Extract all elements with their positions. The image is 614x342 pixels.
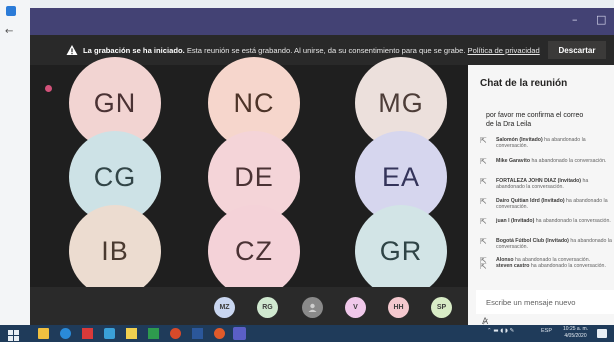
app-icon: [6, 6, 16, 16]
participant-avatar[interactable]: HH: [388, 297, 409, 318]
event-text: ha abandonado la conversación.: [529, 263, 606, 269]
video-gallery: GN NC MG CG DE EA IB CZ GR: [30, 57, 468, 297]
discard-button[interactable]: Descartar: [548, 41, 606, 59]
warning-icon: [66, 44, 78, 56]
start-icon[interactable]: [8, 328, 19, 341]
participant-tile[interactable]: CZ: [208, 205, 300, 297]
participant-avatar[interactable]: SP: [431, 297, 452, 318]
meeting-chat-panel: Chat de la reunión por favor me confirma…: [468, 65, 614, 325]
event-text: ha abandonado la conversación.: [530, 158, 607, 164]
event-participant: Bogotá Fútbol Club (Invitado): [496, 238, 569, 244]
event-text: ha abandonado la conversación.: [534, 218, 611, 224]
participant-avatar[interactable]: V: [345, 297, 366, 318]
background-window: ←: [0, 0, 30, 325]
recording-consent-text: Esta reunión se está grabando. Al unirse…: [184, 45, 468, 55]
chat-title: Chat de la reunión: [480, 78, 568, 89]
clock-time: 10:25 a. m.: [563, 326, 589, 332]
leave-icon: ⇱: [480, 157, 487, 166]
participant-tile[interactable]: GR: [355, 205, 447, 297]
notification-icon[interactable]: [597, 329, 607, 338]
chat-message: por favor me confirma el correo de la Dr…: [486, 111, 608, 129]
recording-indicator: [45, 85, 52, 92]
leave-icon: ⇱: [480, 217, 487, 226]
windows-taskbar: ⌃ ▬ ◖ ◗ ✎ ESP 10:25 a. m. 4/05/2020: [0, 325, 614, 342]
participant-avatar[interactable]: MZ: [214, 297, 235, 318]
overflow-participants: MZ RG V HH SP: [30, 287, 468, 325]
maximize-button[interactable]: □: [596, 13, 606, 26]
participant-avatar[interactable]: RG: [257, 297, 278, 318]
office-icon[interactable]: [82, 328, 93, 339]
leave-icon: ⇱: [480, 136, 487, 145]
minimize-button[interactable]: –: [572, 13, 578, 26]
firefox-icon[interactable]: [214, 328, 225, 339]
back-arrow-icon[interactable]: ←: [5, 26, 13, 37]
mail-icon[interactable]: [104, 328, 115, 339]
word-icon[interactable]: [192, 328, 203, 339]
event-participant: steven castro: [496, 263, 530, 269]
person-icon: [308, 303, 317, 312]
leave-icon: ⇱: [480, 262, 487, 271]
chrome-icon[interactable]: [170, 328, 181, 339]
format-icon[interactable]: A̷: [482, 317, 488, 325]
edge-icon[interactable]: [60, 328, 71, 339]
event-participant: Salomón (Invitado): [496, 137, 543, 143]
tray-icons[interactable]: ⌃ ▬ ◖ ◗ ✎: [487, 328, 514, 334]
chat-message-line: por favor me confirma el correo: [486, 112, 584, 119]
system-clock[interactable]: 10:25 a. m. 4/05/2020: [563, 326, 588, 340]
clock-date: 4/05/2020: [564, 333, 587, 339]
leave-icon: ⇱: [480, 197, 487, 206]
event-participant: juan l (Invitado): [496, 218, 535, 224]
recording-message: La grabación se ha iniciado. Esta reunió…: [83, 46, 540, 55]
excel-icon[interactable]: [148, 328, 159, 339]
recording-started-label: La grabación se ha iniciado.: [83, 45, 185, 55]
chat-message-input[interactable]: Escribe un mensaje nuevo: [476, 290, 614, 314]
event-participant: FORTALEZA JOHN DIAZ (Invitado): [496, 178, 582, 184]
event-participant: Mike Garavito: [496, 158, 531, 164]
participant-photo-avatar[interactable]: [302, 297, 323, 318]
file-explorer-icon[interactable]: [126, 328, 137, 339]
leave-icon: ⇱: [480, 177, 487, 186]
teams-meeting-window: – □ La grabación se ha iniciado. Esta re…: [30, 8, 614, 325]
event-participant: Dairo Quitian Idrd (Invitado): [496, 198, 565, 204]
privacy-policy-link[interactable]: Política de privacidad: [468, 46, 540, 55]
teams-icon[interactable]: [233, 327, 246, 340]
leave-icon: ⇱: [480, 237, 487, 246]
language-indicator[interactable]: ESP: [541, 328, 552, 334]
participant-tile[interactable]: IB: [69, 205, 161, 297]
chat-message-line: de la Dra Leila: [486, 121, 532, 128]
store-icon[interactable]: [38, 328, 49, 339]
title-bar: – □: [30, 8, 614, 35]
